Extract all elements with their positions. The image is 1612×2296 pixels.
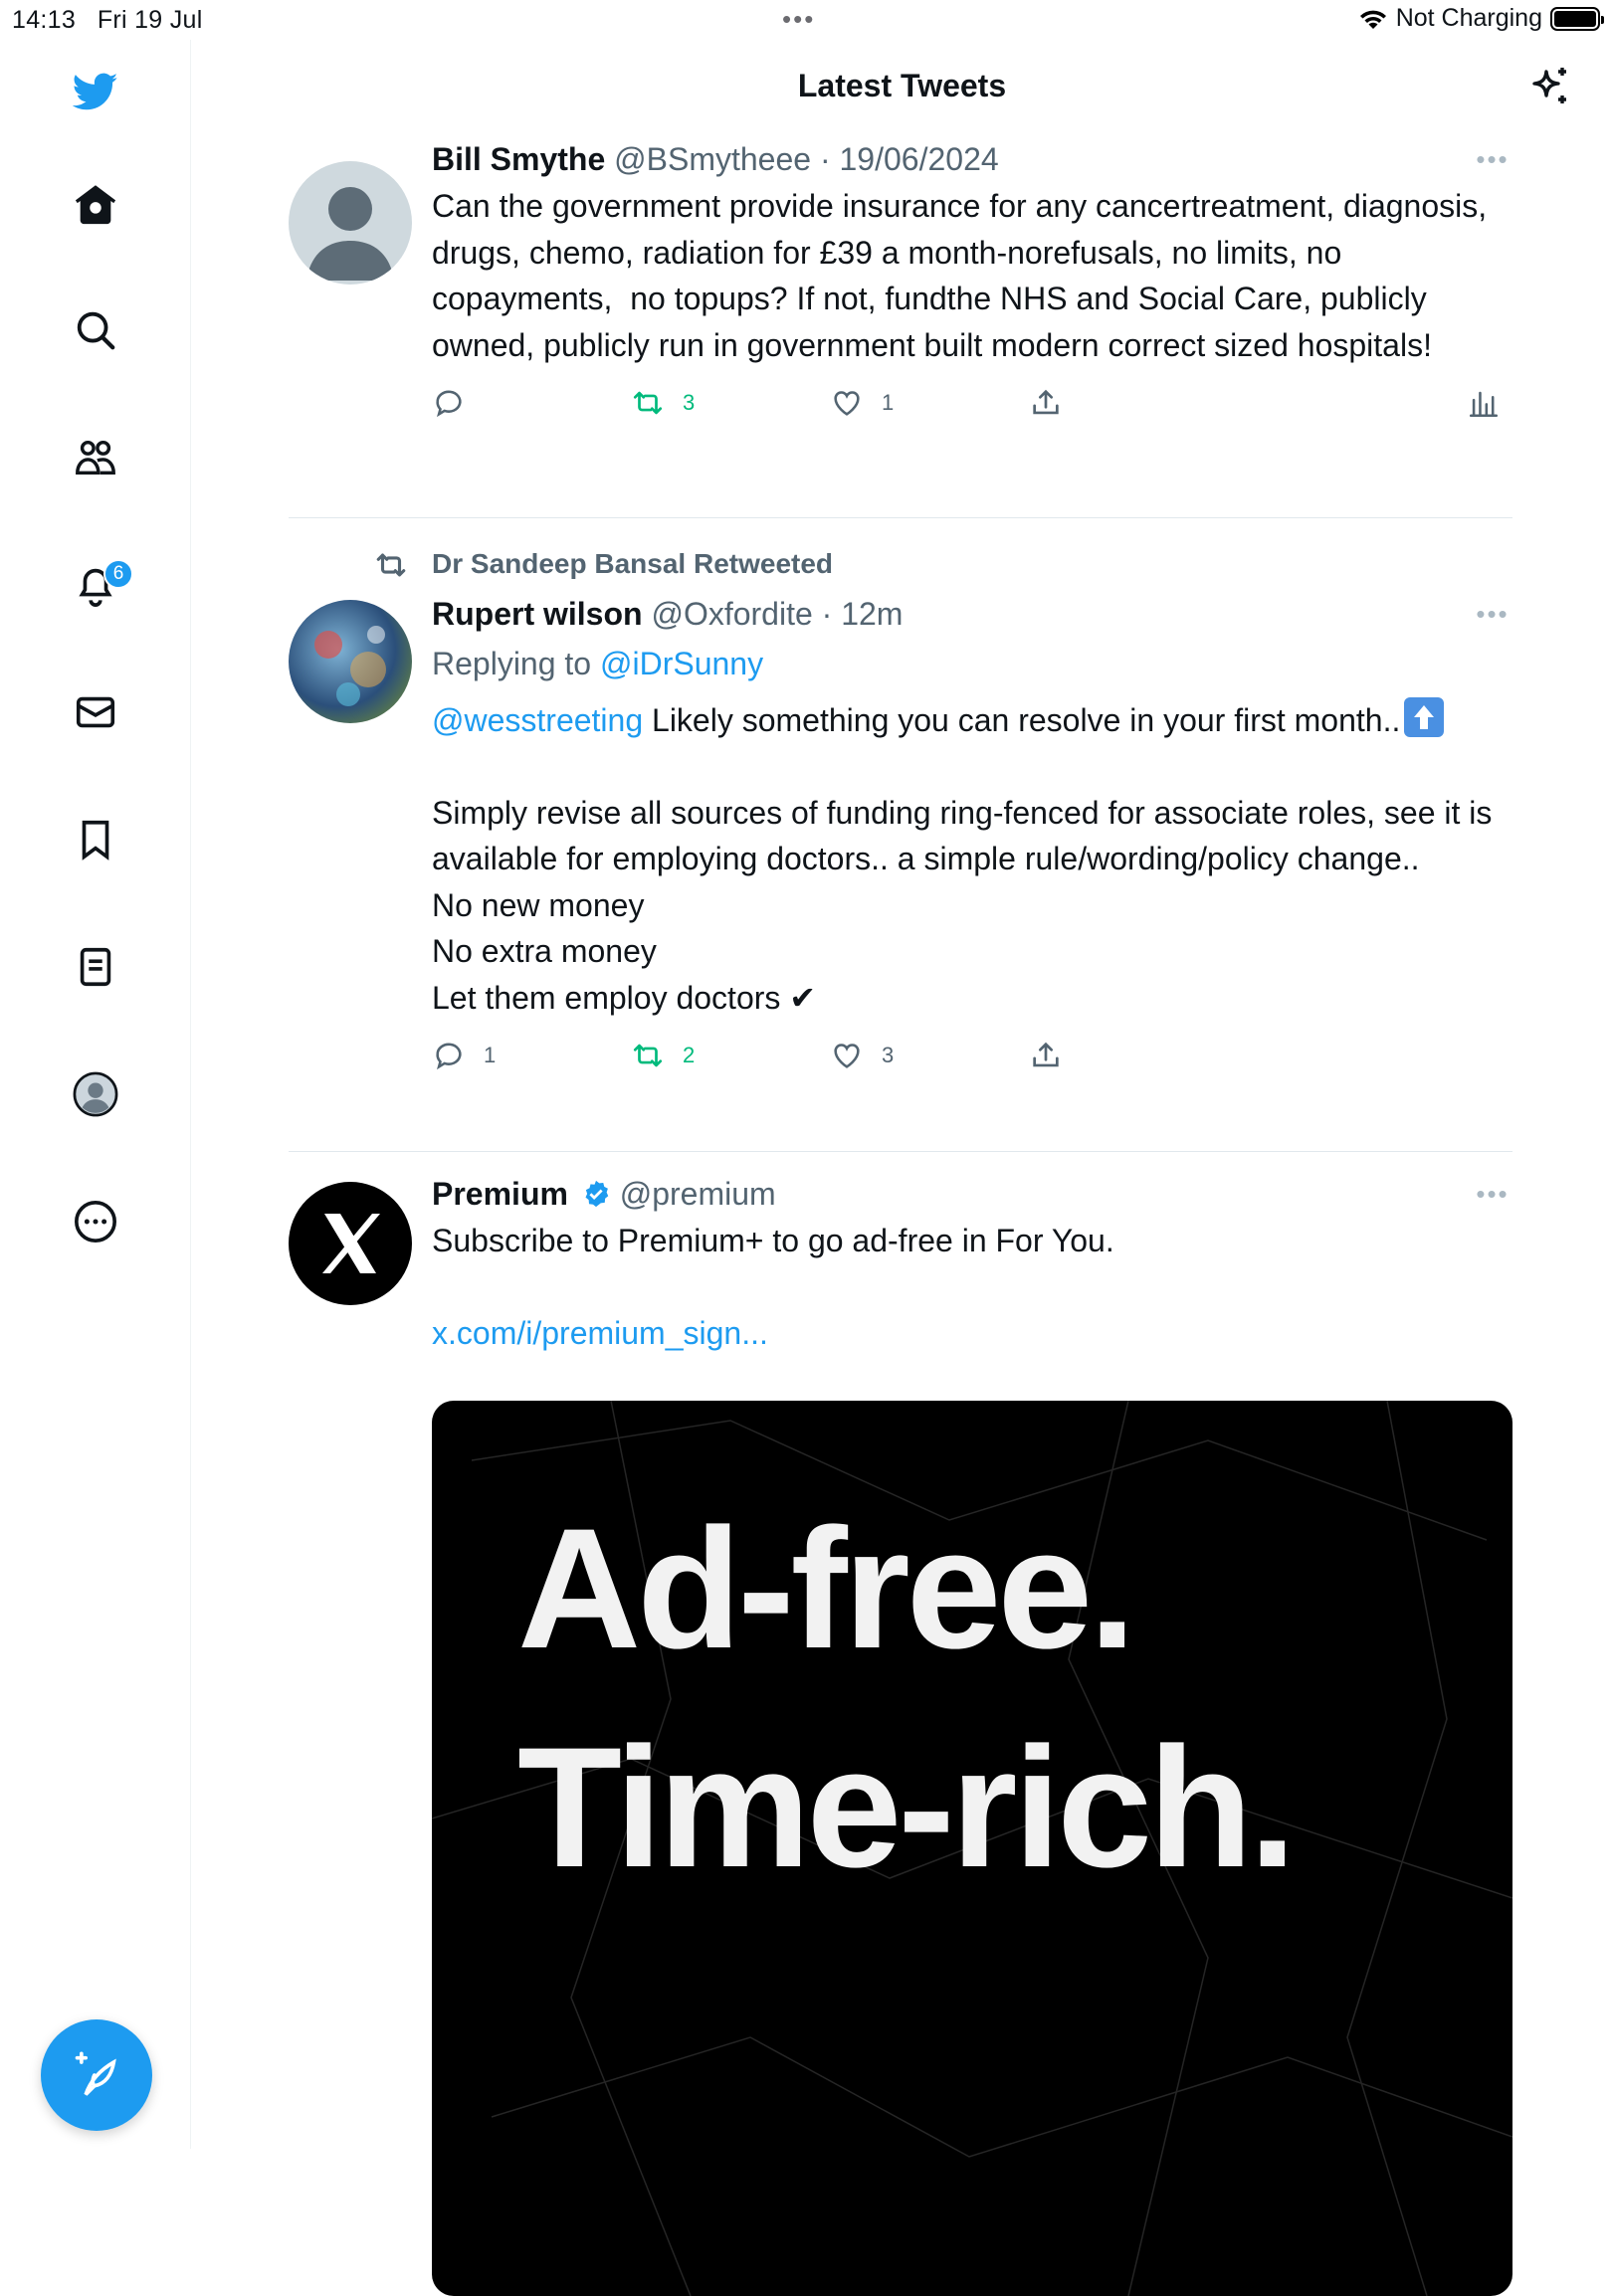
- promoted-tweet[interactable]: Premium @premium ••• Subscribe to Premiu…: [289, 1152, 1512, 2296]
- heart-icon: [834, 391, 860, 416]
- status-time: 14:13 Fri 19 Jul: [12, 6, 203, 35]
- like-button[interactable]: 1: [830, 386, 894, 420]
- up-arrow-emoji-icon: [1404, 697, 1445, 737]
- tweet-text: Subscribe to Premium+ to go ad-free in F…: [432, 1223, 1114, 1258]
- tweet-text-body: Simply revise all sources of funding rin…: [432, 794, 1493, 1016]
- like-button[interactable]: 3: [830, 1039, 894, 1072]
- tweet[interactable]: Dr Sandeep Bansal Retweeted Rupert wilso…: [289, 518, 1512, 1151]
- tweet-time[interactable]: 19/06/2024: [840, 141, 999, 177]
- retweet-context[interactable]: Dr Sandeep Bansal Retweeted: [376, 544, 1512, 584]
- tweet-time[interactable]: 12m: [841, 596, 903, 632]
- notifications-button[interactable]: 6: [66, 555, 133, 615]
- author-handle[interactable]: @BSmytheee: [614, 141, 811, 177]
- sparkle-icon[interactable]: [1526, 64, 1574, 111]
- mention-link[interactable]: @wesstreeting: [432, 702, 643, 738]
- reply-icon: [436, 1043, 462, 1070]
- multitasking-dots[interactable]: •••: [782, 4, 815, 35]
- tweet-actions: 3 1: [432, 386, 1512, 434]
- search-icon[interactable]: [66, 300, 125, 360]
- tweet[interactable]: Bill Smythe @BSmytheee · 19/06/2024 ••• …: [289, 139, 1512, 517]
- retweet-button[interactable]: 2: [631, 1039, 695, 1072]
- like-count: 1: [882, 390, 895, 415]
- author-handle[interactable]: @premium: [620, 1176, 776, 1212]
- twitter-logo-icon[interactable]: [66, 62, 125, 121]
- wifi-icon: [1359, 10, 1386, 29]
- compose-feather-icon: [75, 2051, 116, 2096]
- mail-icon[interactable]: [66, 682, 125, 742]
- battery-icon: [1550, 6, 1604, 31]
- tweet-text: @wesstreeting Likely something you can r…: [432, 697, 1512, 744]
- share-button[interactable]: [1029, 386, 1063, 420]
- like-count: 3: [882, 1043, 895, 1067]
- more-options-icon[interactable]: •••: [1473, 139, 1512, 179]
- home-icon[interactable]: [66, 175, 125, 235]
- retweet-count: 3: [683, 390, 696, 415]
- premium-link[interactable]: x.com/i/premium_sign...: [432, 1310, 1512, 1357]
- verified-badge-icon: [585, 1180, 609, 1208]
- notification-badge: 6: [103, 559, 133, 589]
- more-options-icon[interactable]: •••: [1473, 1174, 1512, 1214]
- author-name[interactable]: Premium: [432, 1176, 568, 1212]
- author-name[interactable]: Rupert wilson: [432, 596, 643, 632]
- ad-media-card[interactable]: Ad-free. Time-rich.: [432, 1401, 1512, 2296]
- reply-count: 1: [484, 1043, 497, 1067]
- avatar[interactable]: [289, 161, 412, 285]
- share-icon: [1033, 389, 1059, 415]
- retweet-icon: [376, 553, 406, 577]
- replying-to: Replying to @iDrSunny: [432, 644, 1512, 683]
- retweeted-by: Dr Sandeep Bansal Retweeted: [432, 548, 834, 579]
- replying-handle-link[interactable]: @iDrSunny: [600, 646, 763, 681]
- analytics-button[interactable]: [1467, 386, 1501, 420]
- separator: ·: [811, 141, 840, 177]
- analytics-icon: [1469, 391, 1499, 418]
- communities-icon[interactable]: [66, 428, 125, 487]
- author-handle[interactable]: @Oxfordite: [651, 596, 812, 632]
- status-clock: 14:13: [12, 6, 77, 34]
- bookmark-icon[interactable]: [66, 810, 125, 869]
- author-name[interactable]: Bill Smythe: [432, 141, 605, 177]
- reply-button[interactable]: [432, 386, 466, 420]
- tweet-text: Can the government provide insurance for…: [432, 188, 1497, 363]
- status-date: Fri 19 Jul: [97, 6, 203, 34]
- retweet-count: 2: [683, 1043, 696, 1067]
- separator: ·: [812, 596, 842, 632]
- status-indicators: Not Charging: [1358, 4, 1604, 33]
- more-circle-icon[interactable]: [66, 1192, 125, 1251]
- tweet-header: Rupert wilson @Oxfordite · 12m: [432, 594, 1512, 634]
- retweet-button[interactable]: 3: [631, 386, 695, 420]
- retweet-icon: [633, 1044, 663, 1067]
- profile-avatar[interactable]: [66, 1064, 125, 1124]
- charging-status: Not Charging: [1395, 4, 1542, 32]
- tweet-header: Premium @premium: [432, 1174, 1512, 1214]
- share-icon: [1033, 1042, 1059, 1067]
- tweet-text-line1: Likely something you can resolve in your…: [643, 702, 1401, 738]
- ad-headline-2: Time-rich.: [517, 1712, 1297, 1903]
- page-title: Latest Tweets: [797, 68, 1007, 103]
- reply-icon: [436, 390, 462, 418]
- avatar[interactable]: [289, 600, 412, 723]
- tweet-actions: 1 2 3: [432, 1039, 1512, 1086]
- compose-tweet-button[interactable]: [41, 2019, 152, 2131]
- x-logo-avatar[interactable]: [289, 1182, 412, 1305]
- ad-headline-1: Ad-free.: [517, 1493, 1136, 1684]
- sidebar: 6: [0, 40, 191, 2149]
- share-button[interactable]: [1029, 1039, 1063, 1072]
- reply-button[interactable]: 1: [432, 1039, 496, 1072]
- heart-icon: [834, 1044, 860, 1068]
- tweet-feed: Bill Smythe @BSmytheee · 19/06/2024 ••• …: [289, 139, 1512, 2296]
- retweet-icon: [633, 391, 663, 415]
- tweet-header: Bill Smythe @BSmytheee · 19/06/2024: [432, 139, 1512, 179]
- more-options-icon[interactable]: •••: [1473, 594, 1512, 634]
- lists-icon[interactable]: [66, 937, 125, 997]
- status-bar: 14:13 Fri 19 Jul ••• Not Charging: [0, 0, 1612, 40]
- replying-prefix: Replying to: [432, 646, 600, 681]
